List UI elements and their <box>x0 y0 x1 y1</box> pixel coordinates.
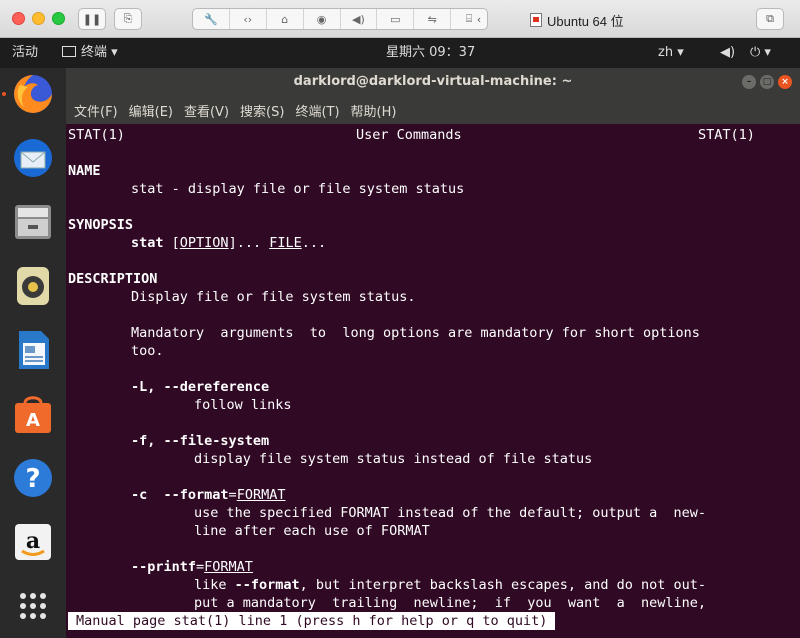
option-c-eq: = <box>228 487 237 503</box>
pause-button[interactable]: ❚❚ <box>78 8 106 30</box>
window-maximize-button[interactable] <box>52 12 65 25</box>
section-synopsis-heading: SYNOPSIS <box>68 217 134 233</box>
app-menu-label: 终端 ▾ <box>81 45 118 60</box>
option-printf: --printf=FORMAT <box>131 558 253 576</box>
menu-view[interactable]: 查看(V) <box>184 101 229 120</box>
desc-line-1: Display file or file system status. <box>131 289 416 305</box>
window-minimize-button[interactable] <box>32 12 45 25</box>
svg-text:?: ? <box>25 464 40 494</box>
option-L-desc: follow links <box>194 397 292 413</box>
usb-icon[interactable]: ⇋ <box>414 9 452 29</box>
dock: A ? a <box>0 68 66 638</box>
vm-document-icon <box>530 13 542 27</box>
terminal-minimize-button[interactable]: – <box>742 75 756 89</box>
printf-desc-c: , but interpret backslash escapes, and d… <box>299 577 707 593</box>
option-printf-arg: FORMAT <box>204 559 253 575</box>
option-c-arg: FORMAT <box>236 487 286 503</box>
synopsis-bracket: [ <box>163 235 180 251</box>
vm-title: Ubuntu 64 位 <box>530 11 624 29</box>
option-c: -c --format=FORMAT <box>131 486 285 504</box>
option-f: -f, --file-system <box>131 433 270 449</box>
desc-line-3: too. <box>131 343 164 359</box>
power-menu[interactable]: ⏻ ▾ <box>750 45 771 61</box>
printf-desc-a: like <box>194 577 235 593</box>
terminal-maximize-button[interactable]: □ <box>760 75 774 89</box>
option-printf-desc-1: like --format, but interpret backslash e… <box>194 576 706 594</box>
man-header-left: STAT(1) <box>68 127 125 143</box>
name-text: stat - display file or file system statu… <box>131 181 465 197</box>
option-c-desc-2: line after each use of FORMAT <box>194 523 430 539</box>
camera-icon[interactable]: ◉ <box>304 9 341 29</box>
section-name-heading: NAME <box>68 163 101 179</box>
menu-search[interactable]: 搜索(S) <box>240 101 284 120</box>
app-menu[interactable]: 终端 ▾ <box>62 45 118 61</box>
thunderbird-icon[interactable] <box>9 134 57 182</box>
option-printf-desc-2: put a mandatory trailing newline; if you… <box>194 595 707 611</box>
help-icon[interactable]: ? <box>9 454 57 502</box>
pause-icon: ❚❚ <box>82 12 102 26</box>
vm-toolbar: ❚❚ ⎘ 🔧 ‹› ⌂ ◉ ◀) ▭ ⇋ ⌸ ‹ Ubuntu 64 位 ⧉ <box>0 0 800 38</box>
speaker-icon[interactable]: ◀) <box>720 45 735 61</box>
amazon-icon[interactable]: a <box>9 518 57 566</box>
printf-desc-b: --format <box>234 577 300 593</box>
terminal-app-icon <box>62 46 76 57</box>
menu-terminal[interactable]: 终端(T) <box>295 101 339 120</box>
back-chevron-icon[interactable]: ‹ <box>470 8 488 30</box>
option-c-desc-1: use the specified FORMAT instead of the … <box>194 505 707 521</box>
device-toolbar: 🔧 ‹› ⌂ ◉ ◀) ▭ ⇋ ⌸ <box>192 8 488 30</box>
rhythmbox-icon[interactable] <box>9 262 57 310</box>
terminal-title-bar: darklord@darklord-virtual-machine: ~ – □… <box>66 68 800 96</box>
window-close-button[interactable] <box>12 12 25 25</box>
menu-file[interactable]: 文件(F) <box>74 101 118 120</box>
synopsis-option: OPTION <box>179 235 229 251</box>
option-f-desc: display file system status instead of fi… <box>194 451 593 467</box>
fullscreen-button[interactable]: ⧉ <box>756 8 784 30</box>
firefox-icon[interactable] <box>9 70 57 118</box>
snapshot-icon: ⎘ <box>123 12 133 25</box>
synopsis-file: FILE <box>269 235 302 251</box>
synopsis-end: ... <box>301 235 327 251</box>
vm-title-text: Ubuntu 64 位 <box>547 13 624 29</box>
activities-button[interactable]: 活动 <box>12 45 38 61</box>
wrench-icon[interactable]: 🔧 <box>193 9 230 29</box>
synopsis-dots: ]... <box>228 235 270 251</box>
gnome-top-bar: 活动 终端 ▾ 星期六 09：37 zh ▾ ◀) ⏻ ▾ <box>0 38 800 68</box>
menu-edit[interactable]: 编辑(E) <box>129 101 173 120</box>
option-c-flag: -c --format <box>131 487 229 503</box>
snapshot-button[interactable]: ⎘ <box>114 8 142 30</box>
display-icon[interactable]: ▭ <box>377 9 415 29</box>
option-L: -L, --dereference <box>131 379 270 395</box>
menu-help[interactable]: 帮助(H) <box>351 101 397 120</box>
terminal-content[interactable]: STAT(1) User Commands STAT(1) NAME stat … <box>66 124 800 638</box>
section-description-heading: DESCRIPTION <box>68 271 158 287</box>
fullscreen-icon: ⧉ <box>766 12 774 25</box>
software-center-icon[interactable]: A <box>9 390 57 438</box>
option-printf-flag: --printf <box>131 559 197 575</box>
clock[interactable]: 星期六 09：37 <box>386 45 475 61</box>
svg-text:a: a <box>26 528 40 554</box>
network-icon[interactable]: ‹› <box>230 9 267 29</box>
man-header-center: User Commands <box>356 127 462 143</box>
synopsis-command: stat <box>131 235 164 251</box>
pager-status-bar: Manual page stat(1) line 1 (press h for … <box>68 612 556 630</box>
show-apps-icon[interactable] <box>9 582 57 630</box>
man-header-right: STAT(1) <box>698 127 755 143</box>
disk-icon[interactable]: ⌂ <box>267 9 304 29</box>
files-icon[interactable] <box>9 198 57 246</box>
svg-text:A: A <box>26 410 40 431</box>
option-printf-eq: = <box>196 559 205 575</box>
libreoffice-writer-icon[interactable] <box>9 326 57 374</box>
terminal-menubar: 文件(F) 编辑(E) 查看(V) 搜索(S) 终端(T) 帮助(H) <box>66 96 800 124</box>
terminal-close-button[interactable]: × <box>778 75 792 89</box>
desc-line-2: Mandatory arguments to long options are … <box>131 325 700 341</box>
running-indicator <box>2 92 6 96</box>
sound-icon[interactable]: ◀) <box>341 9 378 29</box>
terminal-title: darklord@darklord-virtual-machine: ~ <box>293 74 573 89</box>
input-method-menu[interactable]: zh ▾ <box>658 45 684 61</box>
synopsis-line: stat [OPTION]... FILE... <box>131 234 326 252</box>
